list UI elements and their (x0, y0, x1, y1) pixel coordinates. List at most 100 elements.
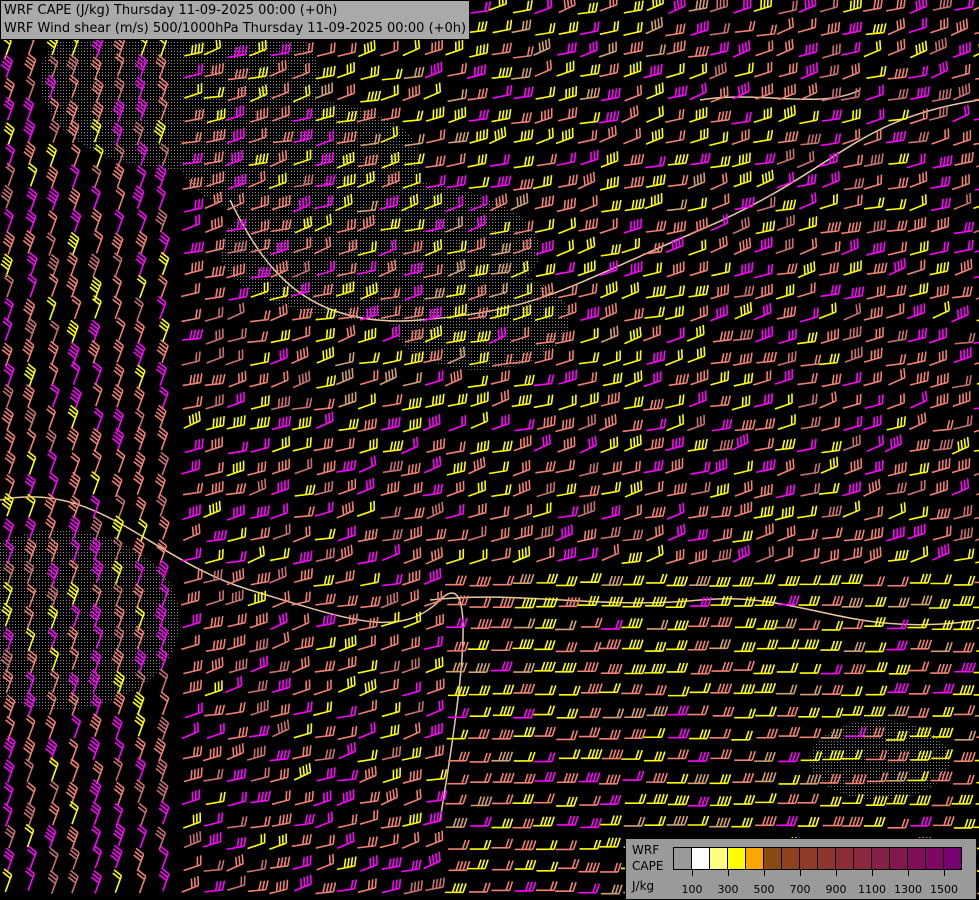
wind-barb (818, 302, 837, 320)
wind-barb (864, 642, 887, 653)
wind-barb (844, 458, 863, 475)
wind-barb (819, 0, 839, 13)
wind-barb (467, 639, 490, 651)
wind-barb (113, 363, 125, 387)
legend-swatch (908, 848, 926, 869)
wind-shear-map (0, 0, 979, 895)
wind-barb (47, 870, 59, 894)
wind-barb (842, 619, 865, 630)
wind-barb (448, 751, 470, 762)
wind-barb (313, 574, 335, 587)
wind-barb (337, 525, 356, 542)
wind-barb (690, 152, 711, 166)
title-cape: WRF CAPE (J/kg) Thursday 11-09-2025 00:0… (4, 3, 338, 18)
wind-barb (0, 253, 13, 278)
wind-barb (973, 417, 979, 433)
wind-barb (953, 527, 974, 542)
wind-barb (578, 772, 601, 783)
wind-barb (577, 129, 598, 144)
wind-barb (90, 801, 102, 826)
wind-barb (535, 86, 556, 100)
wind-barb (470, 1, 492, 14)
wind-barb (249, 416, 271, 430)
legend-tick-label: 1500 (930, 883, 958, 896)
wind-barb (753, 505, 774, 519)
wind-barb (380, 40, 399, 57)
wind-barb (622, 770, 645, 781)
wind-barb (158, 386, 169, 410)
wind-barb (622, 575, 645, 586)
wind-barb (446, 153, 466, 168)
cape-area (0, 530, 180, 710)
wind-barb (382, 528, 403, 542)
wind-barb (710, 595, 733, 606)
wind-barb (623, 176, 645, 189)
wind-barb (976, 307, 979, 322)
wind-barb (250, 505, 270, 520)
wind-barb (111, 383, 124, 408)
wind-barb (269, 767, 290, 783)
wind-barb (205, 415, 225, 431)
wind-barb (709, 62, 727, 80)
wind-barb (315, 882, 337, 895)
wind-barb (250, 437, 270, 453)
wind-barb (932, 543, 950, 561)
wind-barb (381, 416, 401, 431)
wind-barb (645, 44, 667, 58)
wind-barb (644, 480, 664, 496)
wind-barb (798, 595, 821, 606)
wind-barb (26, 187, 38, 212)
wind-barb (687, 705, 709, 716)
wind-barb (974, 87, 979, 101)
wind-barb (907, 707, 930, 718)
wind-barb (820, 221, 842, 234)
wind-barb (843, 546, 863, 562)
wind-barb (112, 163, 125, 187)
wind-barb (578, 413, 597, 431)
wind-barb (931, 88, 952, 103)
wind-barb (23, 802, 36, 826)
wind-barb (470, 440, 490, 455)
wind-barb (973, 505, 979, 520)
wind-barb (182, 214, 201, 232)
wind-barb (709, 639, 732, 650)
wind-barb (580, 683, 603, 694)
wind-barb (710, 155, 731, 169)
wind-barb (357, 878, 377, 894)
wind-barb (558, 86, 578, 102)
wind-barb (820, 664, 843, 675)
wind-barb (337, 769, 359, 782)
wind-barb (336, 856, 357, 871)
wind-barb (709, 796, 732, 807)
wind-barb (423, 590, 443, 607)
wind-barb (402, 417, 422, 433)
wind-barb (466, 64, 487, 79)
wind-barb (336, 831, 355, 849)
wind-barb (974, 178, 979, 191)
wind-barb (709, 458, 728, 475)
wind-barb (0, 54, 14, 78)
wind-barb (272, 719, 290, 738)
wind-barb (467, 859, 489, 870)
wind-barb (930, 574, 953, 585)
wind-barb (555, 350, 574, 366)
wind-barb (469, 597, 492, 608)
wind-barb (577, 171, 596, 190)
wind-barb (182, 612, 202, 629)
wind-barb (687, 346, 706, 364)
wind-barb (156, 339, 169, 364)
wind-barb (492, 440, 513, 454)
wind-barb (775, 618, 798, 629)
wind-barb (558, 597, 581, 608)
wind-barb (470, 796, 493, 807)
wind-barb (294, 874, 312, 892)
wind-barb (158, 318, 170, 342)
wind-barb (536, 415, 556, 431)
wind-barb (930, 663, 952, 674)
wind-barb (404, 701, 424, 716)
wind-barb (183, 568, 203, 584)
wind-barb (777, 414, 796, 431)
wind-barb (535, 127, 554, 145)
wind-barb (952, 104, 970, 123)
wind-barb (24, 406, 37, 431)
